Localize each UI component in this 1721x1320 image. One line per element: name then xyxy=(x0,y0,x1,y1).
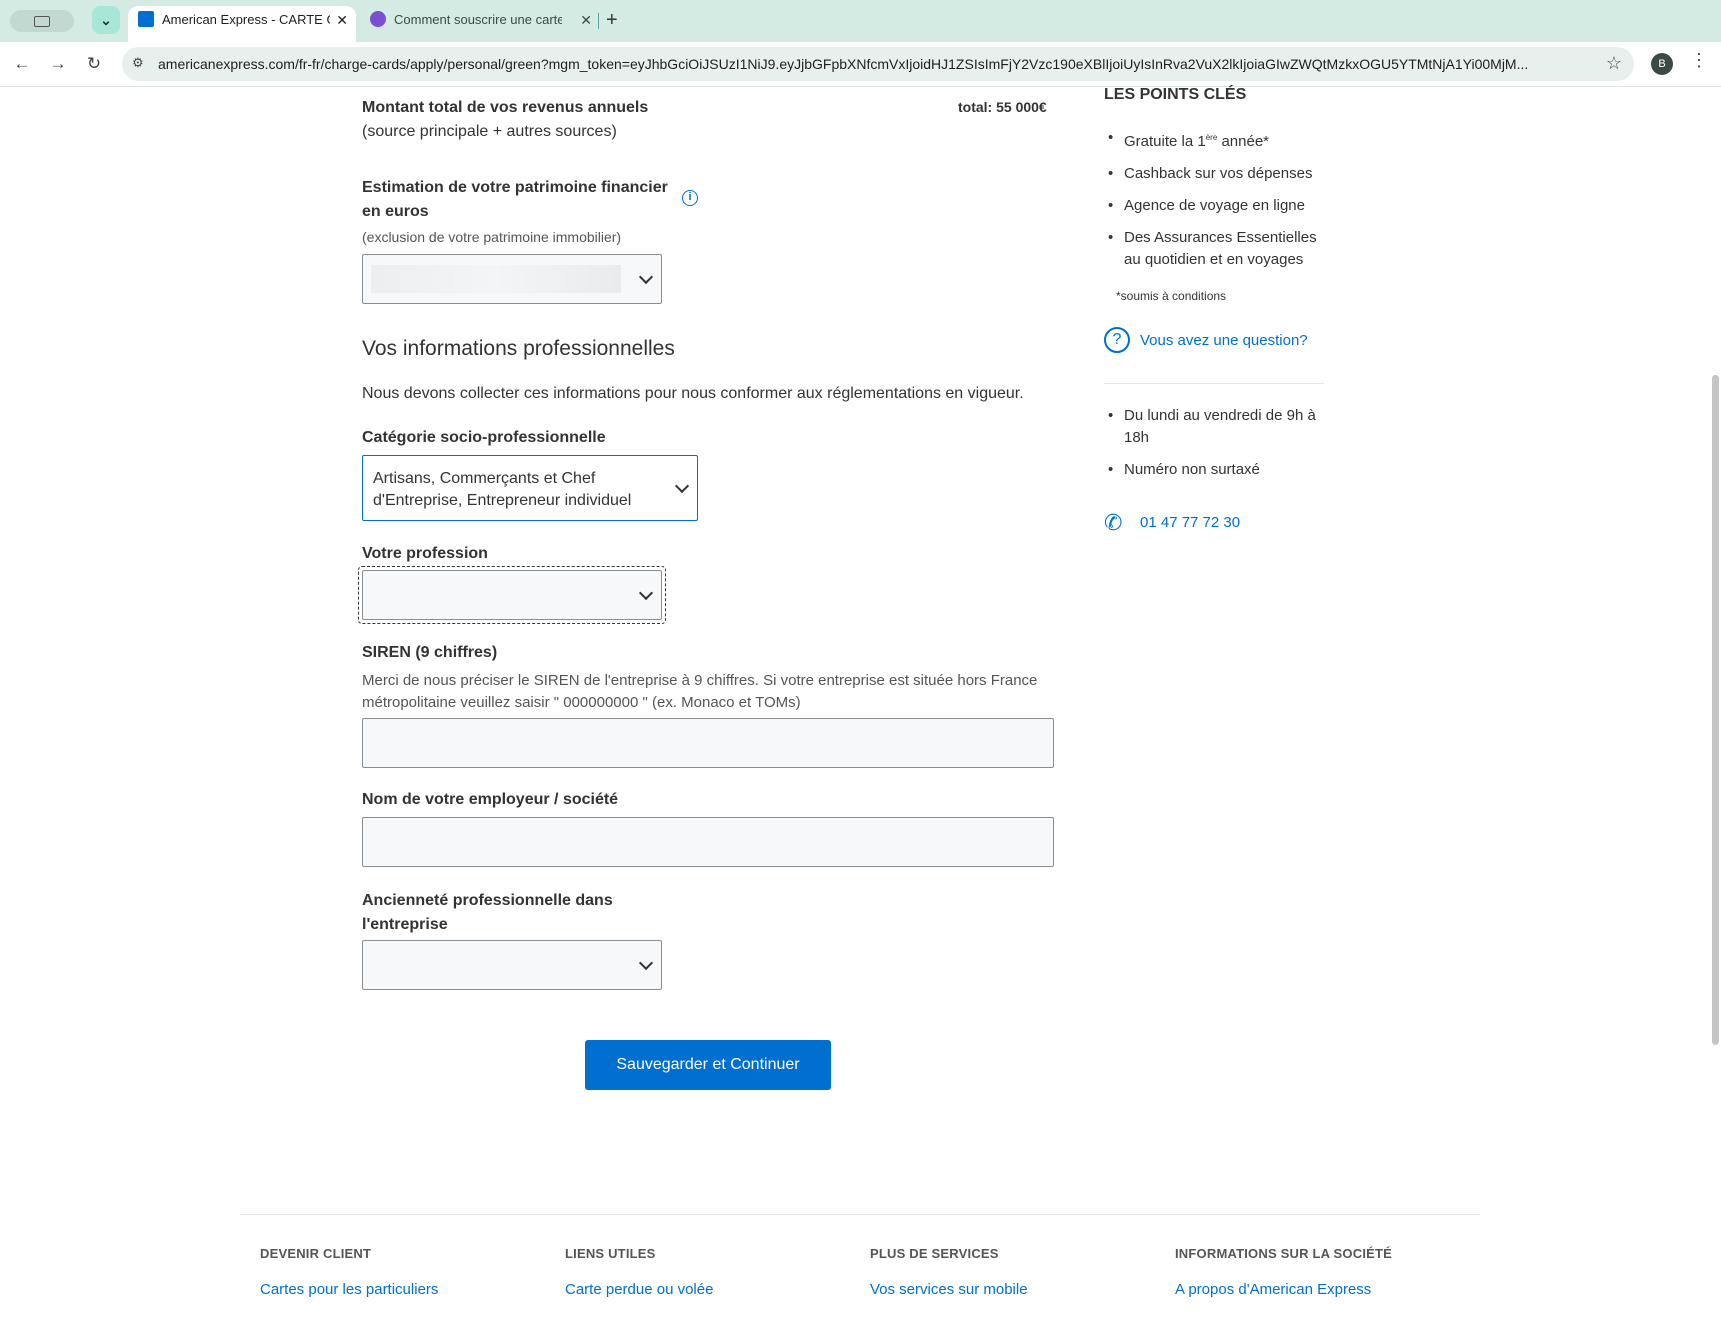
footer-title-liens-utiles: LIENS UTILES xyxy=(565,1246,656,1261)
tab-american-express[interactable]: American Express - CARTE G ✕ xyxy=(128,6,356,42)
browser-menu-icon[interactable]: ⋮ xyxy=(1690,50,1708,71)
save-continue-button[interactable]: Sauvegarder et Continuer xyxy=(585,1040,831,1090)
wealth-select[interactable] xyxy=(362,254,662,304)
forward-icon[interactable]: → xyxy=(46,52,70,76)
chevron-down-icon xyxy=(674,478,690,494)
new-tab-icon[interactable]: + xyxy=(606,8,618,32)
profession-label: Votre profession xyxy=(362,545,488,562)
key-point-text: Gratuite la 1 xyxy=(1124,133,1206,150)
siren-label: SIREN (9 chiffres) xyxy=(362,644,498,661)
profile-avatar[interactable]: B xyxy=(1651,53,1673,75)
question-link[interactable]: Vous avez une question? xyxy=(1140,332,1308,349)
category-label: Catégorie socio-professionnelle xyxy=(362,429,606,446)
bookmark-star-icon[interactable]: ☆ xyxy=(1606,53,1622,74)
tab-search-button[interactable]: ⌄ xyxy=(92,6,120,34)
phone-link[interactable]: 01 47 77 72 30 xyxy=(1140,514,1240,531)
superscript: ère xyxy=(1205,133,1218,142)
footer-divider xyxy=(240,1214,1480,1215)
footer-title-informations: INFORMATIONS SUR LA SOCIÉTÉ xyxy=(1175,1246,1393,1261)
address-bar[interactable]: ⚙ americanexpress.com/fr-fr/charge-cards… xyxy=(122,47,1634,81)
chevron-down-icon xyxy=(638,955,654,971)
blurred-value xyxy=(371,265,621,293)
window-icon xyxy=(34,16,50,27)
scrollbar[interactable] xyxy=(1712,375,1719,1045)
reload-icon[interactable]: ↻ xyxy=(82,52,106,76)
question-icon[interactable]: ? xyxy=(1104,327,1130,353)
key-point-text: année* xyxy=(1217,133,1269,150)
chevron-down-icon xyxy=(638,269,654,285)
income-total: total: 55 000€ xyxy=(958,99,1047,115)
tab-title: American Express - CARTE G xyxy=(162,12,330,27)
key-point-item: Des Assurances Essentielles au quotidien… xyxy=(1104,227,1324,271)
profile-switcher[interactable] xyxy=(10,10,74,32)
footer-link-carte-perdue[interactable]: Carte perdue ou volée xyxy=(565,1281,713,1298)
siren-input[interactable] xyxy=(362,718,1054,768)
sidebar-divider xyxy=(1104,383,1324,384)
key-points-title: LES POINTS CLÉS xyxy=(1104,86,1247,103)
chevron-down-icon xyxy=(638,585,654,601)
close-tab-icon[interactable]: ✕ xyxy=(336,6,348,34)
siren-help: Merci de nous préciser le SIREN de l'ent… xyxy=(362,672,1038,711)
key-point-item: Cashback sur vos dépenses xyxy=(1104,163,1324,185)
back-icon[interactable]: ← xyxy=(10,52,34,76)
employer-label: Nom de votre employeur / société xyxy=(362,791,619,808)
wealth-label: Estimation de votre patrimoine financier… xyxy=(362,179,668,220)
phone-icon: ✆ xyxy=(1104,510,1123,535)
key-point-item: Gratuite la 1ère année* xyxy=(1104,127,1324,153)
tab-separator xyxy=(598,13,599,29)
tab-title: Comment souscrire une carte xyxy=(394,12,562,27)
footer-title-plus-de-services: PLUS DE SERVICES xyxy=(870,1246,999,1261)
footer-link-a-propos[interactable]: A propos d'American Express xyxy=(1175,1281,1371,1298)
hours-item: Du lundi au vendredi de 9h à 18h xyxy=(1104,405,1324,449)
profession-select[interactable] xyxy=(362,570,662,620)
section-title: Vos informations professionnelles xyxy=(362,337,675,360)
income-sub: (source principale + autres sources) xyxy=(362,123,617,140)
employer-input[interactable] xyxy=(362,817,1054,867)
category-select[interactable]: Artisans, Commerçants et Chef d'Entrepri… xyxy=(362,455,698,521)
footer-link-cartes-particuliers[interactable]: Cartes pour les particuliers xyxy=(260,1281,438,1298)
income-label: Montant total de vos revenus annuels xyxy=(362,99,649,116)
section-description: Nous devons collecter ces informations p… xyxy=(362,385,1024,402)
footer-link-services-mobile[interactable]: Vos services sur mobile xyxy=(870,1281,1028,1298)
url-text[interactable]: americanexpress.com/fr-fr/charge-cards/a… xyxy=(158,56,1578,72)
close-tab-icon[interactable]: ✕ xyxy=(580,6,592,34)
browser-toolbar: ← → ↻ ⚙ americanexpress.com/fr-fr/charge… xyxy=(0,42,1721,87)
site-settings-icon[interactable]: ⚙ xyxy=(132,55,144,71)
hours-item: Numéro non surtaxé xyxy=(1104,459,1324,481)
footer-title-devenir-client: DEVENIR CLIENT xyxy=(260,1246,372,1261)
amex-favicon-icon xyxy=(138,11,154,27)
key-point-item: Agence de voyage en ligne xyxy=(1104,195,1324,217)
wealth-sub: (exclusion de votre patrimoine immobilie… xyxy=(362,229,622,245)
tab-strip: ⌄ American Express - CARTE G ✕ Comment s… xyxy=(0,0,1721,42)
tab-comment-souscrire[interactable]: Comment souscrire une carte ✕ xyxy=(360,6,600,42)
seniority-select[interactable] xyxy=(362,940,662,990)
category-value: Artisans, Commerçants et Chef d'Entrepri… xyxy=(373,470,632,509)
info-icon[interactable]: i xyxy=(682,190,698,206)
contact-hours-list: Du lundi au vendredi de 9h à 18h Numéro … xyxy=(1104,405,1324,491)
conditions-note: *soumis à conditions xyxy=(1116,289,1227,303)
site-favicon-icon xyxy=(370,11,386,27)
key-points-list: Gratuite la 1ère année* Cashback sur vos… xyxy=(1104,127,1324,281)
seniority-label: Ancienneté professionnelle dans l'entrep… xyxy=(362,892,613,933)
